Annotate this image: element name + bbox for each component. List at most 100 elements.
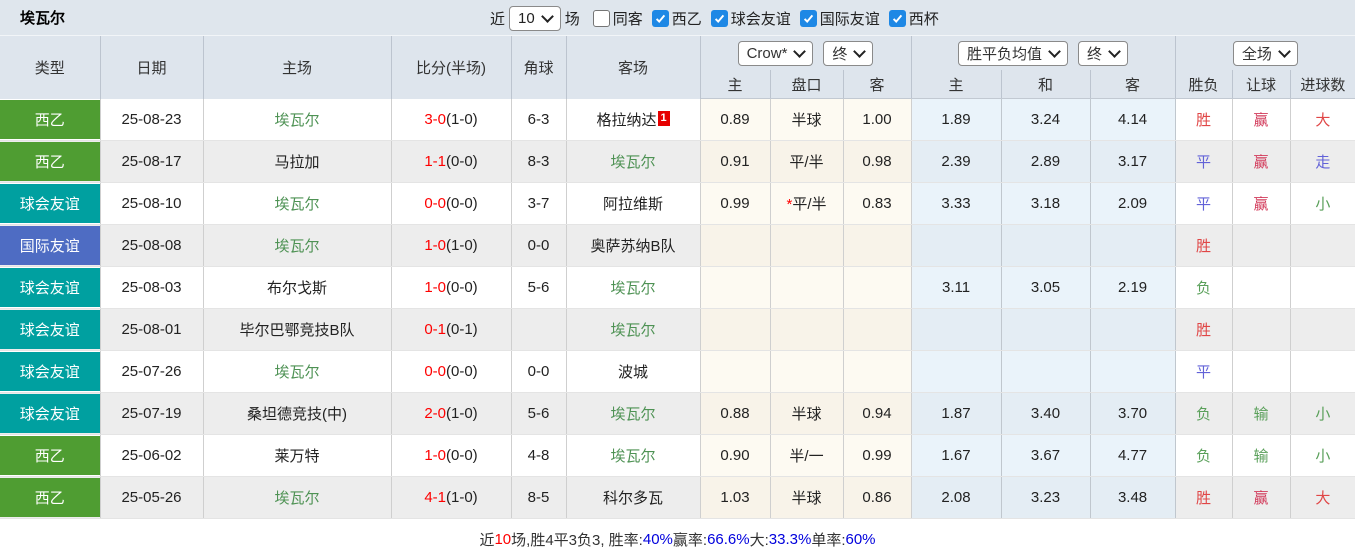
league-filter-checkbox-intl-friendly[interactable]	[799, 9, 817, 27]
handicap-result-cell: 赢	[1232, 182, 1291, 225]
league-filter-checkbox-liga2[interactable]	[651, 9, 669, 27]
chevron-down-icon	[853, 44, 867, 58]
home-team-link[interactable]: 埃瓦尔	[274, 196, 319, 213]
goals-result-cell: 大	[1290, 98, 1355, 141]
away-team-link[interactable]: 格拉纳达	[596, 112, 656, 129]
avg-draw-cell: 3.23	[1001, 476, 1091, 519]
away-team-link[interactable]: 奥萨苏纳B队	[590, 238, 675, 255]
subcol-avg-away: 客	[1090, 70, 1176, 99]
avg-away-cell	[1090, 224, 1176, 267]
away-team-link[interactable]: 埃瓦尔	[610, 448, 655, 465]
goals-result-cell: 大	[1290, 476, 1355, 519]
avg-metric-select[interactable]: 胜平负均值	[958, 40, 1069, 66]
odds-home-cell: 0.89	[700, 98, 771, 141]
match-history-table: 类型 日期 主场 比分(半场) 角球 客场 Crow* 终 胜平负均值 终 全场…	[0, 36, 1355, 519]
league-type-badge: 球会友谊	[0, 394, 100, 433]
odds-period-select[interactable]: 终	[823, 40, 874, 66]
avg-away-cell: 4.14	[1090, 98, 1176, 141]
handicap-result-cell: 赢	[1232, 476, 1291, 519]
away-team-link[interactable]: 科尔多瓦	[603, 490, 663, 507]
home-team-link[interactable]: 马拉加	[274, 154, 319, 171]
corners-cell: 8-5	[511, 476, 567, 519]
avg-draw-cell: 2.89	[1001, 140, 1091, 183]
odds-away-cell: 0.98	[843, 140, 912, 183]
odds-away-cell: 0.99	[843, 434, 912, 477]
check-icon	[714, 14, 724, 23]
same-away-checkbox[interactable]	[592, 9, 610, 27]
away-team-link[interactable]: 波城	[618, 364, 648, 381]
home-team-link[interactable]: 埃瓦尔	[274, 112, 319, 129]
match-date: 25-08-03	[100, 266, 204, 309]
col-header-date: 日期	[100, 36, 204, 99]
odds-away-cell	[843, 308, 912, 351]
match-date: 25-08-10	[100, 182, 204, 225]
score-cell: 3-0(1-0)	[391, 98, 512, 141]
corners-cell: 3-7	[511, 182, 567, 225]
home-team-link[interactable]: 埃瓦尔	[274, 364, 319, 381]
avg-draw-cell	[1001, 308, 1091, 351]
odds-home-cell: 0.99	[700, 182, 771, 225]
odds-home-cell: 0.90	[700, 434, 771, 477]
odds-home-cell	[700, 308, 771, 351]
goals-result-cell: 走	[1290, 140, 1355, 183]
summary-segment: 赢率:	[672, 531, 708, 548]
odds-away-cell	[843, 224, 912, 267]
handicap-result-cell: 赢	[1232, 98, 1291, 141]
odds-away-cell: 0.94	[843, 392, 912, 435]
odds-provider-select[interactable]: Crow*	[737, 40, 814, 66]
match-date: 25-07-26	[100, 350, 204, 393]
corners-cell: 8-3	[511, 140, 567, 183]
summary-segment: 10	[494, 530, 512, 548]
league-filter-checkbox-club-friendly[interactable]	[710, 9, 728, 27]
goals-result-cell: 小	[1290, 392, 1355, 435]
away-team-link[interactable]: 埃瓦尔	[610, 406, 655, 423]
summary-segment: 大:	[749, 531, 769, 548]
corners-cell: 4-8	[511, 434, 567, 477]
col-header-home: 主场	[203, 36, 392, 99]
away-team-link[interactable]: 埃瓦尔	[610, 280, 655, 297]
away-team-link[interactable]: 埃瓦尔	[610, 322, 655, 339]
home-team-link[interactable]: 埃瓦尔	[274, 490, 319, 507]
match-date: 25-08-17	[100, 140, 204, 183]
league-type-badge: 西乙	[0, 142, 100, 181]
match-date: 25-08-08	[100, 224, 204, 267]
match-row: 球会友谊 25-08-01 毕尔巴鄂竞技B队 0-1(0-1) 埃瓦尔 胜	[0, 308, 1355, 351]
outcome-cell: 胜	[1175, 98, 1233, 141]
avg-home-cell: 3.33	[911, 182, 1002, 225]
col-header-corners: 角球	[511, 36, 567, 99]
league-filter-checkbox-copa[interactable]	[888, 9, 906, 27]
match-date: 25-08-23	[100, 98, 204, 141]
goals-result-cell: 小	[1290, 434, 1355, 477]
match-count-select[interactable]: 10	[509, 5, 561, 31]
match-date: 25-07-19	[100, 392, 204, 435]
red-card-badge: 1	[657, 110, 670, 126]
summary-segment: 40%	[642, 530, 673, 548]
recent-label: 近	[490, 10, 506, 28]
score-cell: 0-0(0-0)	[391, 182, 512, 225]
away-team-link[interactable]: 阿拉维斯	[603, 196, 663, 213]
avg-away-cell	[1090, 308, 1176, 351]
league-type-badge: 球会友谊	[0, 184, 100, 223]
handicap-result-cell: 输	[1232, 392, 1291, 435]
outcome-cell: 胜	[1175, 224, 1233, 267]
home-team-link[interactable]: 毕尔巴鄂竞技B队	[239, 322, 354, 339]
home-team-link[interactable]: 莱万特	[274, 448, 319, 465]
league-filter-label-liga2: 西乙	[671, 10, 702, 28]
avg-period-select[interactable]: 终	[1078, 40, 1129, 66]
result-scope-select[interactable]: 全场	[1232, 40, 1298, 66]
avg-away-cell: 2.09	[1090, 182, 1176, 225]
avg-home-cell: 3.11	[911, 266, 1002, 309]
avg-home-cell: 1.87	[911, 392, 1002, 435]
avg-draw-cell: 3.05	[1001, 266, 1091, 309]
col-header-away: 客场	[566, 36, 701, 99]
goals-result-cell: 小	[1290, 182, 1355, 225]
home-team-link[interactable]: 埃瓦尔	[274, 238, 319, 255]
score-cell: 1-0(1-0)	[391, 224, 512, 267]
away-team-link[interactable]: 埃瓦尔	[610, 154, 655, 171]
home-team-link[interactable]: 桑坦德竞技(中)	[247, 406, 347, 423]
league-type-badge: 球会友谊	[0, 310, 100, 349]
subcol-outcome: 胜负	[1175, 70, 1233, 99]
subcol-odds-away: 客	[843, 70, 912, 99]
home-team-link[interactable]: 布尔戈斯	[267, 280, 327, 297]
handicap-result-cell	[1232, 308, 1291, 351]
